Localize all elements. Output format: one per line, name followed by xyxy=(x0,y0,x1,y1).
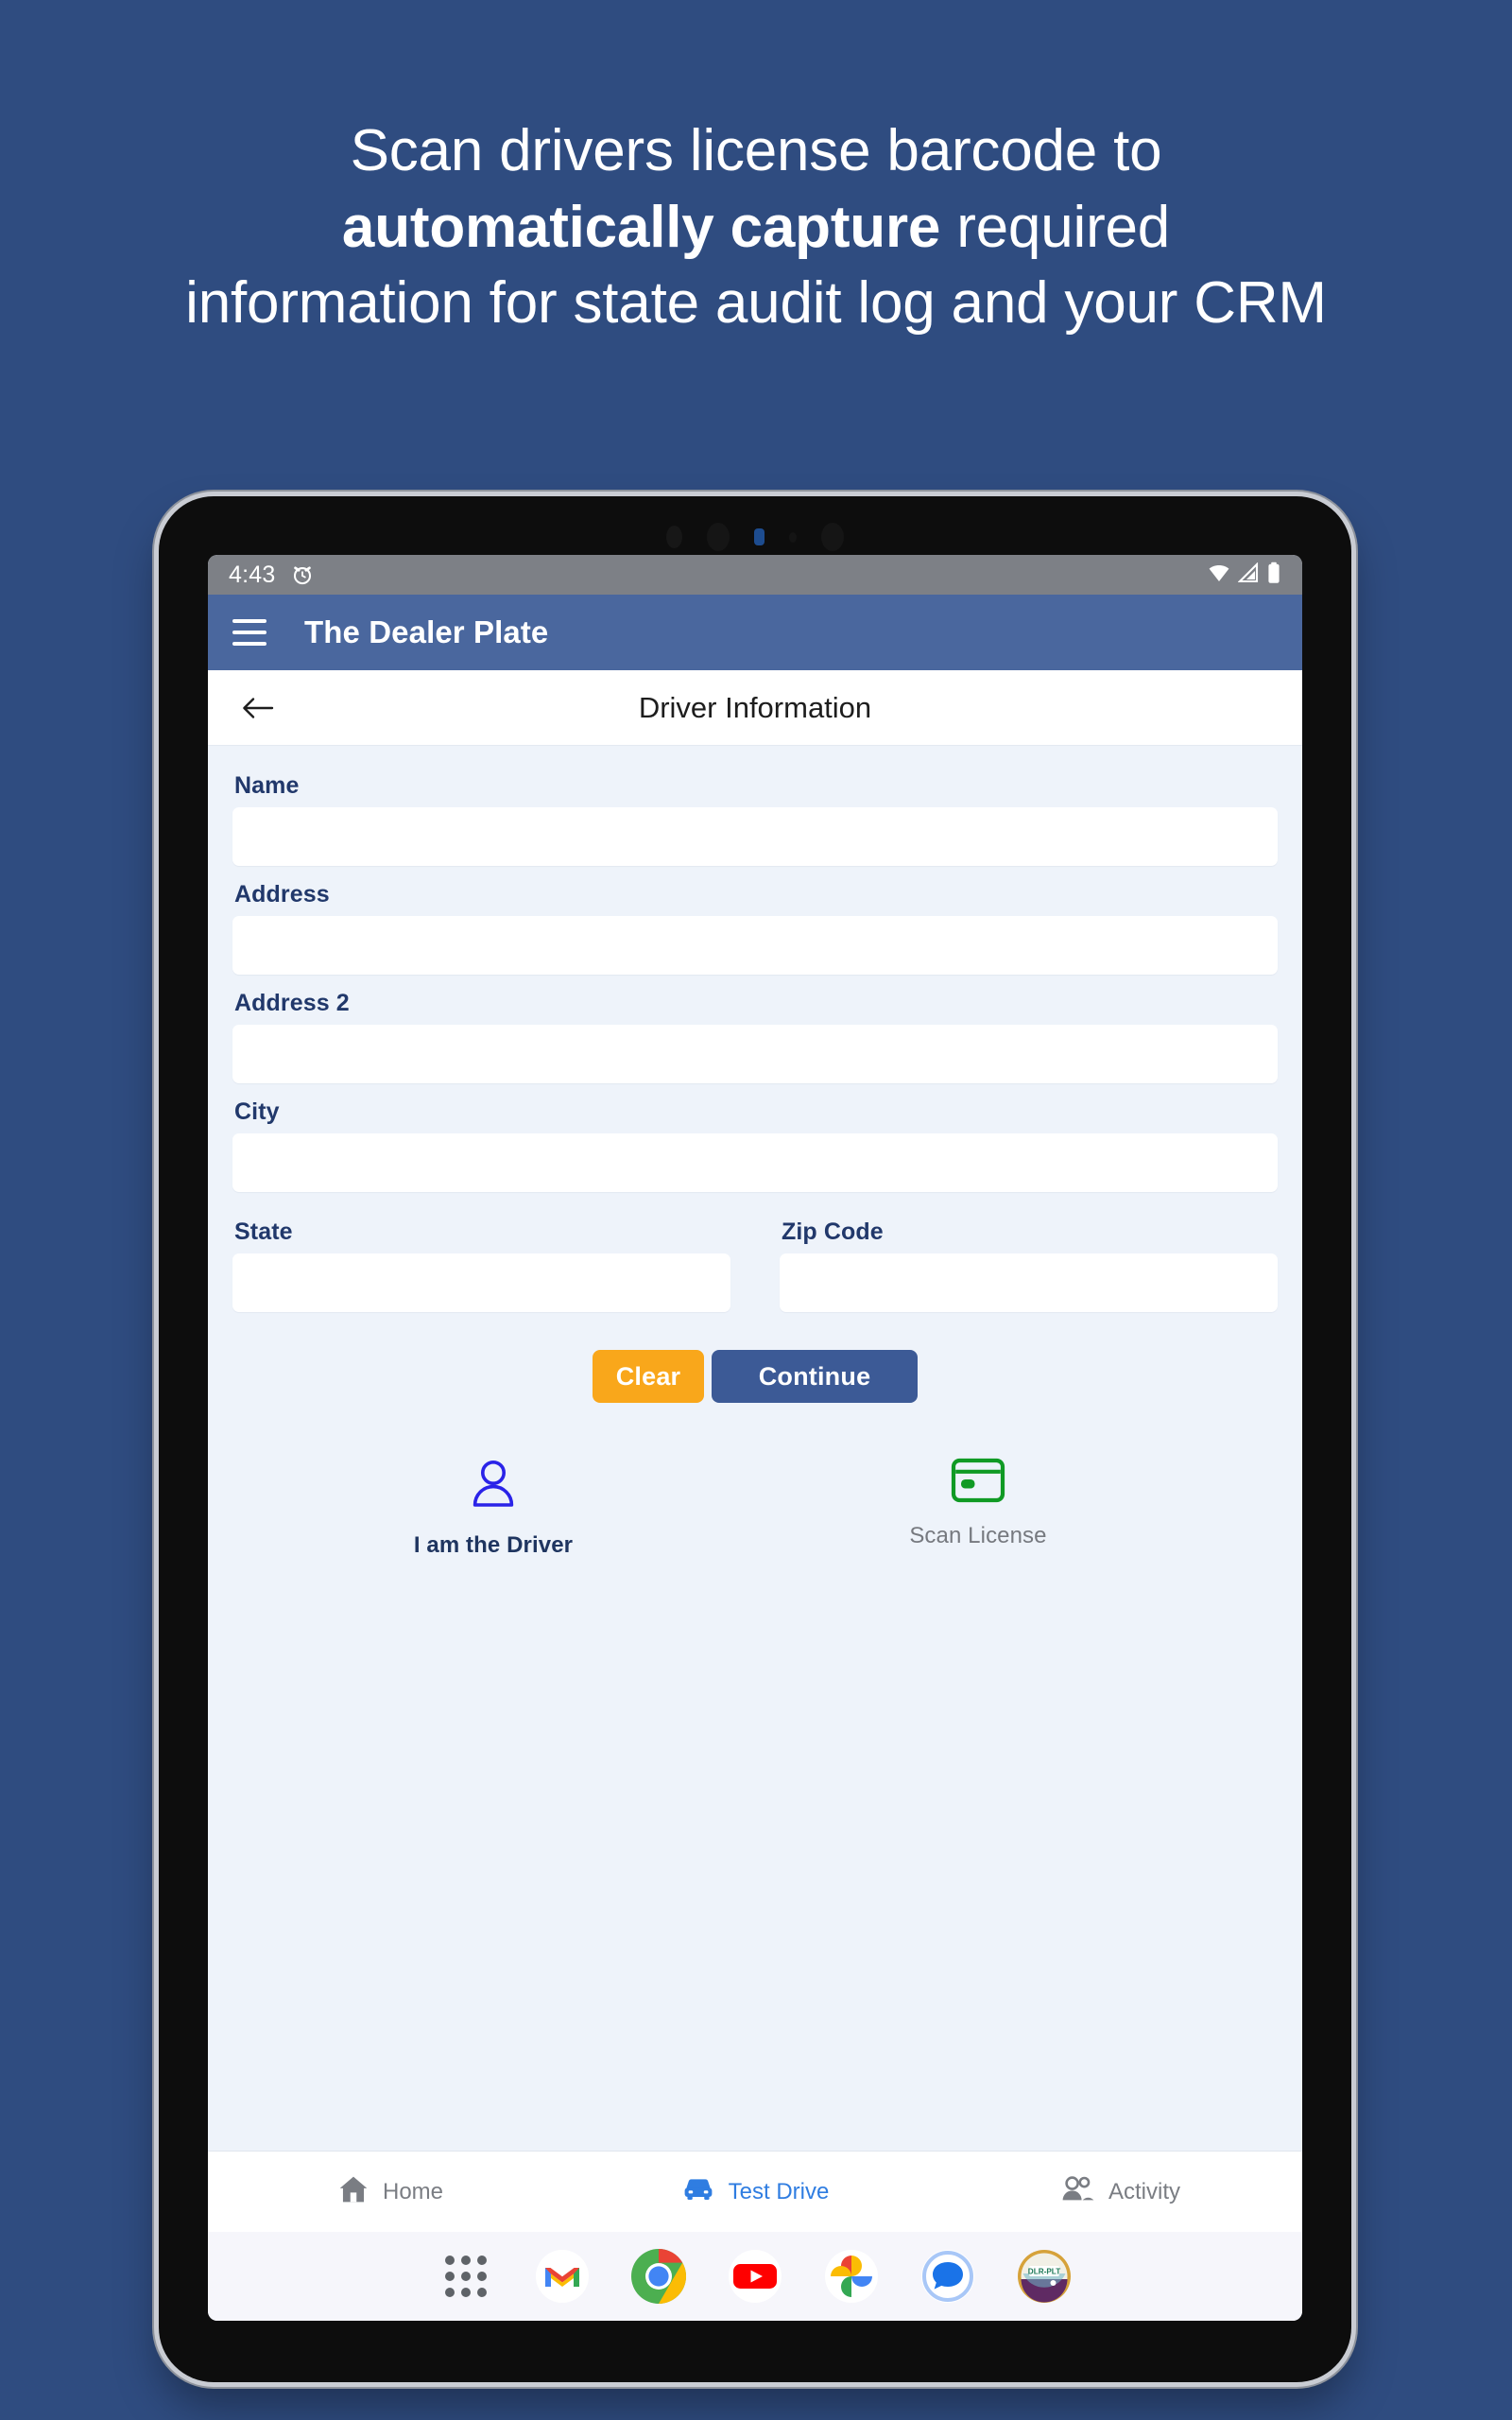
car-icon xyxy=(681,2175,715,2208)
sensor-cluster xyxy=(159,517,1351,557)
hamburger-menu-icon[interactable] xyxy=(232,619,266,646)
nav-label-test-drive: Test Drive xyxy=(728,2178,830,2204)
drawer-dot xyxy=(477,2288,487,2297)
i-am-the-driver-action[interactable]: I am the Driver xyxy=(270,1458,716,1559)
continue-button[interactable]: Continue xyxy=(712,1350,918,1403)
battery-icon xyxy=(1266,562,1281,589)
bottom-navigation-bar: Home Test Drive Activity xyxy=(208,2151,1302,2232)
gmail-icon[interactable] xyxy=(533,2247,592,2306)
clear-button[interactable]: Clear xyxy=(593,1350,704,1403)
form-button-row: Clear Continue xyxy=(232,1350,1278,1403)
light-sensor-icon xyxy=(789,531,797,543)
name-input[interactable] xyxy=(232,807,1278,866)
youtube-icon[interactable] xyxy=(726,2247,784,2306)
drawer-dot xyxy=(445,2256,455,2265)
status-bar-clock: 4:43 xyxy=(229,561,276,588)
drawer-dot xyxy=(461,2272,471,2281)
promo-headline: Scan drivers license barcode to automati… xyxy=(0,113,1512,342)
city-input[interactable] xyxy=(232,1133,1278,1192)
field-label-zip-code: Zip Code xyxy=(782,1219,884,1245)
promo-line-2-rest: required xyxy=(940,194,1171,260)
field-label-state: State xyxy=(234,1219,293,1245)
field-address-2: Address 2 xyxy=(232,990,1278,1083)
app-drawer-grid xyxy=(445,2256,487,2297)
field-city: City xyxy=(232,1098,1278,1192)
field-label-name: Name xyxy=(234,772,300,799)
google-photos-icon[interactable] xyxy=(822,2247,881,2306)
secondary-sensor-icon xyxy=(821,523,844,551)
speaker-sensor-icon xyxy=(707,523,730,551)
android-status-bar: 4:43 xyxy=(208,555,1302,595)
back-arrow-icon[interactable] xyxy=(236,686,280,730)
drawer-dot xyxy=(477,2272,487,2281)
drawer-dot xyxy=(461,2288,471,2297)
phone-device-frame: 4:43 The Dealer Plate Driver Information… xyxy=(159,496,1351,2382)
scan-license-action[interactable]: Scan License xyxy=(716,1458,1240,1559)
field-label-address: Address xyxy=(234,881,330,908)
address-2-input[interactable] xyxy=(232,1025,1278,1083)
nav-item-test-drive[interactable]: Test Drive xyxy=(573,2175,937,2208)
address-input[interactable] xyxy=(232,916,1278,975)
dealer-plate-icon-label: DLR-PLT xyxy=(1028,2268,1060,2276)
hamburger-line-1 xyxy=(232,619,266,623)
state-input[interactable] xyxy=(232,1253,730,1312)
person-icon xyxy=(467,1458,520,1517)
app-bar: The Dealer Plate xyxy=(208,595,1302,670)
credit-card-icon xyxy=(951,1458,1005,1508)
drawer-dot xyxy=(445,2272,455,2281)
alarm-clock-icon xyxy=(290,562,315,587)
drawer-dot xyxy=(445,2288,455,2297)
cell-signal-icon xyxy=(1237,561,1259,588)
home-icon xyxy=(337,2173,369,2210)
driver-information-form: Name Address Address 2 City State Zip Co… xyxy=(208,746,1302,2151)
field-label-city: City xyxy=(234,1098,280,1125)
hamburger-line-2 xyxy=(232,631,266,634)
nav-label-activity: Activity xyxy=(1108,2178,1180,2204)
promo-emphasis: automatically capture xyxy=(341,194,941,260)
field-state: State xyxy=(232,1207,730,1312)
i-am-the-driver-label: I am the Driver xyxy=(413,1532,574,1558)
hamburger-line-3 xyxy=(232,642,266,646)
field-label-address-2: Address 2 xyxy=(234,990,350,1016)
nav-label-home: Home xyxy=(382,2178,444,2204)
proximity-sensor-icon xyxy=(666,526,682,548)
field-zip-code: Zip Code xyxy=(780,1207,1278,1312)
nav-item-activity[interactable]: Activity xyxy=(937,2175,1302,2208)
page-title: Driver Information xyxy=(638,690,872,724)
state-zip-row: State Zip Code xyxy=(232,1207,1278,1327)
people-icon xyxy=(1059,2175,1095,2208)
android-dock: DLR-PLT xyxy=(208,2232,1302,2321)
promo-line-3: information for state audit log and your… xyxy=(185,270,1327,337)
google-messages-icon[interactable] xyxy=(919,2247,977,2306)
chrome-icon[interactable] xyxy=(629,2247,688,2306)
nav-item-home[interactable]: Home xyxy=(208,2173,573,2210)
dealer-plate-app-icon[interactable]: DLR-PLT xyxy=(1015,2247,1074,2306)
page-sub-header: Driver Information xyxy=(208,670,1302,746)
wifi-icon xyxy=(1208,562,1230,588)
phone-screen: 4:43 The Dealer Plate Driver Information… xyxy=(208,555,1302,2321)
app-title: The Dealer Plate xyxy=(304,614,549,649)
app-drawer-icon[interactable] xyxy=(437,2247,495,2306)
scan-license-label: Scan License xyxy=(909,1523,1047,1548)
field-address: Address xyxy=(232,881,1278,975)
quick-action-row: I am the Driver Scan License xyxy=(232,1458,1278,1559)
zip-code-input[interactable] xyxy=(780,1253,1278,1312)
front-camera-icon xyxy=(754,528,765,545)
status-bar-indicators xyxy=(1208,561,1281,589)
promo-line-2: automatically capture required xyxy=(85,190,1427,267)
promo-line-1: Scan drivers license barcode to xyxy=(350,118,1162,183)
field-name: Name xyxy=(232,772,1278,866)
drawer-dot xyxy=(477,2256,487,2265)
drawer-dot xyxy=(461,2256,471,2265)
